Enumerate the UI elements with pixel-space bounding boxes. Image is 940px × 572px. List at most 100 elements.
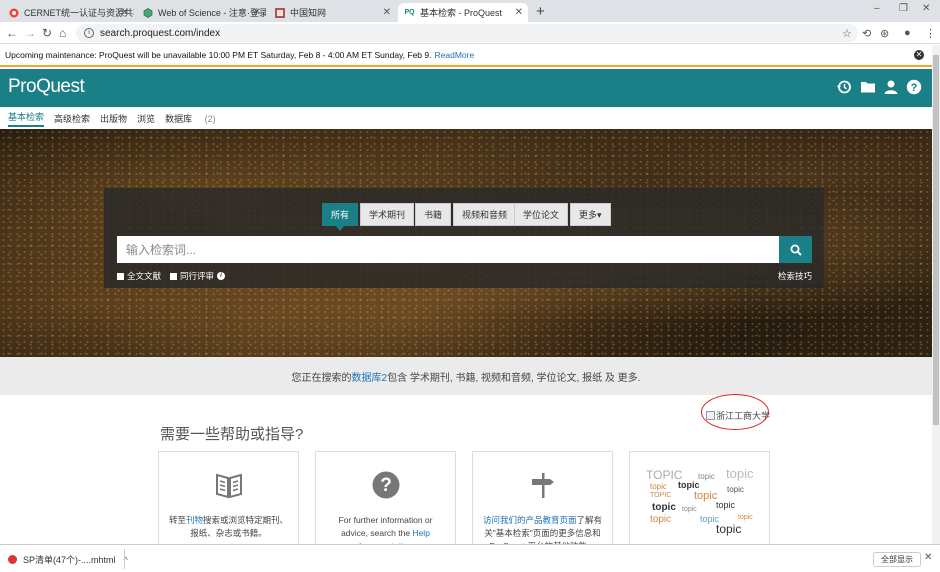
source-tab-video-audio[interactable]: 视频和音频 [453,203,517,226]
signpost-icon [528,470,558,503]
browser-tab-cnki[interactable]: 中国知网 ✕ [268,3,396,22]
extension-icon[interactable]: ⟲ [862,27,871,40]
search-mode-nav: 基本检索 高级检索 出版物 浏览 数据库 (2) [0,107,932,129]
url-field[interactable]: i search.proquest.com/index [76,24,858,42]
checkbox-box[interactable] [117,272,124,280]
topic-word: topic [652,502,676,513]
download-separator [124,549,125,569]
help-card-publications[interactable]: 转至刊物搜索或浏览特定期刊、报纸、杂志或书籍。 [158,451,299,546]
product-education-link[interactable]: 访问我们的产品教育页面 [483,515,577,525]
browser-menu-icon[interactable]: ⋮ [925,27,936,40]
search-input[interactable]: 输入检索词... [117,236,779,263]
nav-basic-search[interactable]: 基本检索 [8,110,45,127]
topic-word: topic [682,506,697,513]
minimize-icon[interactable]: – [874,3,880,14]
peer-review-label: 同行评审 [180,271,215,281]
topic-word: TOPIC [646,468,683,482]
address-bar-row: ← → ↻ ⌂ i search.proquest.com/index ☆ ⟲ … [0,22,940,44]
user-icon[interactable] [883,79,899,95]
close-tab-icon[interactable]: ✕ [253,7,261,18]
info-icon[interactable]: i [217,272,226,280]
bookmark-star-icon[interactable]: ☆ [842,27,852,40]
file-icon [8,555,17,564]
url-text: search.proquest.com/index [100,27,221,39]
book-icon [214,470,244,503]
download-filename: SP清单(47个)-....mhtml [23,555,116,565]
help-card-topics[interactable]: TOPIC topic topic topic topic topic topi… [629,451,770,546]
page-scrollbar[interactable] [932,45,940,544]
close-tab-icon[interactable]: ✕ [383,7,391,18]
source-tab-more[interactable]: 更多▾ [570,203,611,226]
nav-browse[interactable]: 浏览 [137,112,155,125]
topic-word: topic [694,490,718,502]
topic-word: topic [650,482,667,491]
reload-icon[interactable]: ↻ [42,26,52,40]
nav-advanced-search[interactable]: 高级检索 [54,112,90,125]
search-panel: 所有 学术期刊 书籍 视频和音频 学位论文 更多▾ 输入检索词... 全文文献 … [104,188,824,288]
maintenance-banner: Upcoming maintenance: ProQuest will be u… [0,45,932,67]
topic-word: topic [678,480,700,490]
close-tab-icon[interactable]: ✕ [515,7,523,18]
help-heading: 需要一些帮助或指导? [160,426,304,443]
nav-publications[interactable]: 出版物 [100,112,127,125]
fulltext-label: 全文文献 [127,271,162,281]
scrollbar-thumb[interactable] [933,55,939,425]
site-info-icon[interactable]: i [84,28,94,38]
close-download-bar-icon[interactable]: ✕ [924,552,932,563]
home-icon[interactable]: ⌂ [59,26,66,40]
window-close-icon[interactable]: ✕ [922,3,930,14]
search-tips-link[interactable]: 检索技巧 [778,270,812,282]
hero-banner: 所有 学术期刊 书籍 视频和音频 学位论文 更多▾ 输入检索词... 全文文献 … [0,129,932,357]
read-more-link[interactable]: ReadMore [435,50,475,60]
topic-word: topic [716,500,736,510]
help-card-documentation[interactable]: ? For further information or advice, sea… [315,451,456,546]
question-icon: ? [371,470,401,503]
source-tab-journals[interactable]: 学术期刊 [360,203,415,226]
new-tab-icon[interactable]: + [536,3,545,20]
browser-tab-wos[interactable]: Web of Science - 注意·登录错误 ✕ [136,3,266,22]
source-tab-all[interactable]: 所有 [322,203,359,231]
db-suffix: 包含 学术期刊, 书籍, 视频和音频, 学位论文, 报纸 及 更多. [387,372,641,384]
close-tab-icon[interactable]: ✕ [121,7,129,18]
db-prefix: 您正在搜索的 [291,372,352,384]
source-tab-dissertations[interactable]: 学位论文 [514,203,569,226]
maintenance-message: Upcoming maintenance: ProQuest will be u… [5,50,432,60]
folder-icon[interactable] [860,79,876,95]
tab-title: Web of Science - 注意·登录错误 [158,8,266,18]
proquest-logo[interactable]: ProQuest [8,76,85,98]
checkbox-box[interactable] [170,272,177,280]
peer-review-checkbox[interactable]: 同行评审 i [170,270,226,282]
recent-searches-icon[interactable] [836,79,852,95]
topic-word: topic [738,514,753,521]
show-all-button[interactable]: 全部显示 [873,552,921,567]
cernet-icon [8,7,19,18]
help-icon[interactable]: ? [906,79,922,95]
database-count: (2) [204,113,216,124]
search-button[interactable] [779,236,812,263]
back-icon[interactable]: ← [6,26,18,40]
extension2-icon[interactable]: ⊛ [880,27,889,40]
browser-tab-cernet[interactable]: CERNET统一认证与资源共享基础... ✕ [2,3,134,22]
fulltext-checkbox[interactable]: 全文文献 [117,270,161,282]
svg-text:?: ? [380,475,392,496]
database-link[interactable]: 数据库2 [352,369,388,384]
restore-icon[interactable]: ❐ [899,3,908,14]
publications-link[interactable]: 刊物 [186,515,203,525]
nav-databases[interactable]: 数据库 (2) [165,112,226,125]
site-header: ProQuest ? [0,69,932,107]
topic-word: topic [716,522,742,536]
forward-icon[interactable]: → [24,26,36,40]
topic-word: topic [727,485,744,494]
search-icon [790,244,802,256]
topic-word: topic [698,472,715,481]
source-tab-books[interactable]: 书籍 [415,203,452,226]
close-banner-icon[interactable]: ✕ [914,50,924,60]
profile-icon[interactable]: ● [904,27,911,39]
help-card-training[interactable]: 访问我们的产品教育页面了解有关"基本检索"页面的更多信息和 ProQuest 平… [472,451,613,546]
wos-icon [142,7,153,18]
browser-tab-bar: CERNET统一认证与资源共享基础... ✕ Web of Science - … [0,0,940,22]
download-item[interactable]: SP清单(47个)-....mhtml ^ [8,553,128,566]
tab-title: 中国知网 [290,8,327,18]
nav-databases-label: 数据库 [165,113,193,124]
browser-tab-proquest[interactable]: PQ 基本检索 - ProQuest ✕ [398,3,528,22]
